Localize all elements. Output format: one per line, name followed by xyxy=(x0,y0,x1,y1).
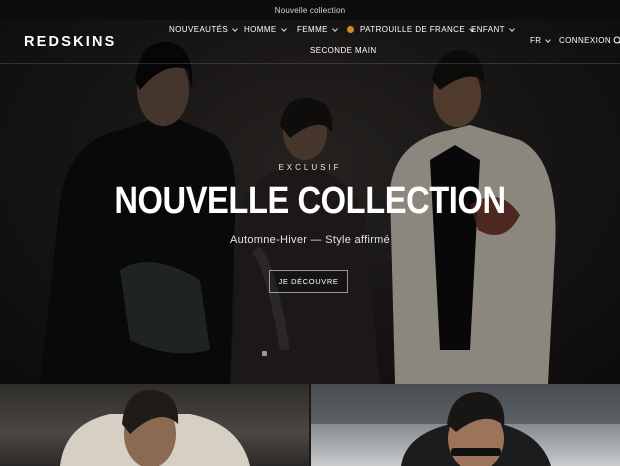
chevron-down-icon xyxy=(545,36,552,43)
nav-label: NOUVEAUTÉS xyxy=(169,25,229,34)
tile-photo xyxy=(60,389,250,466)
nav-label: HOMME xyxy=(244,25,277,34)
brand-logo[interactable]: REDSKINS xyxy=(24,34,117,50)
carousel-indicator[interactable] xyxy=(262,351,267,356)
search-icon[interactable] xyxy=(613,36,620,45)
chevron-down-icon xyxy=(509,25,515,32)
category-tile-left[interactable] xyxy=(0,384,309,466)
login-label: CONNEXION xyxy=(559,36,612,45)
language-selector[interactable]: FR xyxy=(530,36,552,45)
hero-subtitle: Automne-Hiver — Style affirmé xyxy=(229,234,391,246)
nav-homme[interactable]: HOMME xyxy=(244,25,287,34)
hero-eyebrow: EXCLUSIF xyxy=(278,163,342,172)
nav-femme[interactable]: FEMME xyxy=(297,25,338,34)
discover-button-label: JE DÉCOUVRE xyxy=(278,277,339,286)
discover-button[interactable]: JE DÉCOUVRE xyxy=(269,270,348,293)
login-link[interactable]: CONNEXION xyxy=(559,36,611,45)
nav-nouveautes[interactable]: NOUVEAUTÉS xyxy=(169,25,238,34)
category-tile-right[interactable] xyxy=(311,384,620,466)
announcement-bar[interactable]: Nouvelle collection xyxy=(0,0,620,20)
nav-label: FEMME xyxy=(297,25,328,34)
nav-label: PATROUILLE DE FRANCE xyxy=(360,25,466,34)
nav-patrouille-de-france[interactable]: PATROUILLE DE FRANCE xyxy=(347,25,475,34)
nav-label: ENFANT xyxy=(471,25,505,34)
nav-enfant[interactable]: ENFANT xyxy=(471,25,515,34)
chevron-down-icon xyxy=(280,25,287,32)
nav-label: SECONDE MAIN xyxy=(310,46,377,55)
tile-photo xyxy=(311,384,620,466)
nav-seconde-main[interactable]: SECONDE MAIN xyxy=(310,46,377,55)
announcement-text[interactable]: Nouvelle collection xyxy=(275,6,346,15)
site-header: REDSKINS NOUVEAUTÉS HOMME FEMME PATROUIL… xyxy=(0,20,620,64)
language-label: FR xyxy=(530,36,542,45)
badge-icon xyxy=(347,26,354,33)
hero-title: NOUVELLE COLLECTION xyxy=(114,180,506,222)
chevron-down-icon xyxy=(332,25,338,32)
hero-banner[interactable]: EXCLUSIF NOUVELLE COLLECTION Automne-Hiv… xyxy=(0,20,620,384)
chevron-down-icon xyxy=(232,25,238,32)
